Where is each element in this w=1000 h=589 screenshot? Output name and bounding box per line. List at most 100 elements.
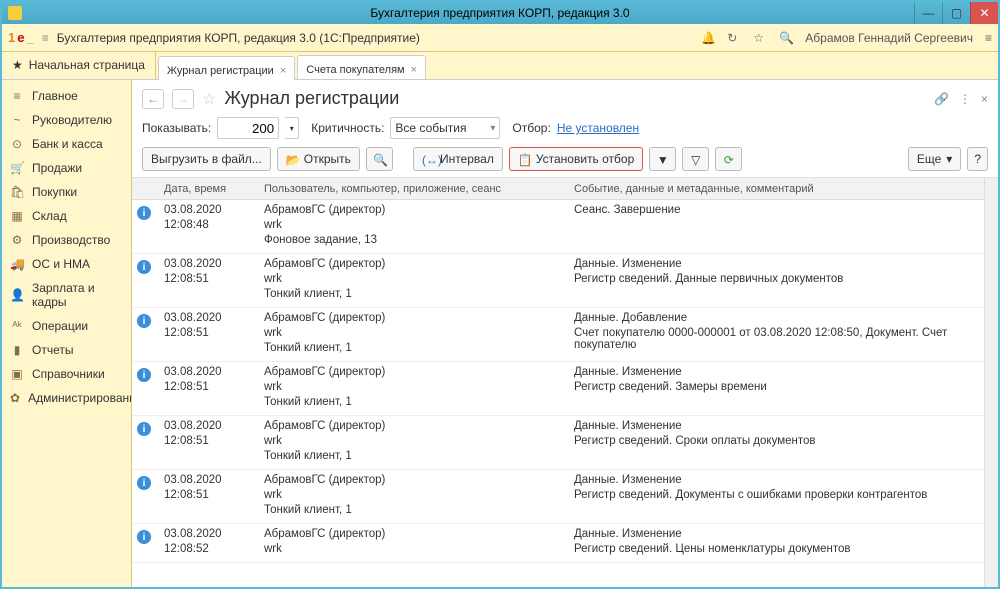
table-row[interactable]: i03.08.202012:08:52АбрамовГС (директор)w… xyxy=(132,524,998,563)
info-icon: i xyxy=(137,314,151,328)
table-row[interactable]: i03.08.202012:08:51АбрамовГС (директор)w… xyxy=(132,416,998,470)
table-row[interactable]: i03.08.202012:08:51АбрамовГС (директор)w… xyxy=(132,254,998,308)
sidebar-icon: 👤 xyxy=(10,288,24,302)
page-title: Журнал регистрации xyxy=(224,88,399,109)
filter-icon: 📋 xyxy=(518,153,531,166)
tab-label: Журнал регистрации xyxy=(167,65,274,77)
sidebar-item-label: ОС и НМА xyxy=(32,257,90,271)
info-icon: i xyxy=(137,206,151,220)
star-icon[interactable]: ☆ xyxy=(753,31,767,45)
sidebar-icon: ⊙ xyxy=(10,137,24,151)
sidebar-item-label: Склад xyxy=(32,209,67,223)
col-header-event[interactable]: Событие, данные и метаданные, комментари… xyxy=(566,183,998,195)
forward-button[interactable]: → xyxy=(172,89,194,109)
funnel-clear-icon: ▽ xyxy=(689,153,702,166)
interval-icon: (↔) xyxy=(422,153,435,166)
clear-filter-button[interactable]: ▽ xyxy=(682,147,709,171)
selection-link[interactable]: Не установлен xyxy=(557,121,639,135)
help-button[interactable]: ? xyxy=(967,147,988,171)
sidebar-icon: 🚚 xyxy=(10,257,24,271)
tab-close-icon[interactable]: × xyxy=(280,65,286,77)
magnify-icon: 🔍 xyxy=(373,153,386,166)
open-button[interactable]: 📂Открыть xyxy=(277,147,360,171)
view-button[interactable]: 🔍 xyxy=(366,147,393,171)
sidebar-item-label: Банк и касса xyxy=(32,137,103,151)
current-user[interactable]: Абрамов Геннадий Сергеевич xyxy=(805,31,973,45)
log-table: Дата, время Пользователь, компьютер, при… xyxy=(132,178,998,587)
maximize-button[interactable]: ▢ xyxy=(942,2,970,24)
sidebar-icon: ▦ xyxy=(10,209,24,223)
sidebar-icon: ᴬᵏ xyxy=(10,319,24,333)
interval-button[interactable]: (↔)Интервал xyxy=(413,147,503,171)
info-icon: i xyxy=(137,260,151,274)
table-row[interactable]: i03.08.202012:08:48АбрамовГС (директор)w… xyxy=(132,200,998,254)
set-filter-label: Установить отбор xyxy=(536,152,634,166)
info-icon: i xyxy=(137,422,151,436)
col-header-user[interactable]: Пользователь, компьютер, приложение, сеа… xyxy=(256,183,566,195)
tab-close-icon[interactable]: × xyxy=(411,64,417,76)
filter-by-value-button[interactable]: ▼ xyxy=(649,147,676,171)
sidebar-icon: 🛒 xyxy=(10,161,24,175)
sidebar-item-9[interactable]: ᴬᵏОперации xyxy=(2,314,131,338)
close-button[interactable]: ✕ xyxy=(970,2,998,24)
funnel-icon: ▼ xyxy=(656,153,669,166)
sidebar-item-5[interactable]: ▦ Склад xyxy=(2,204,131,228)
table-row[interactable]: i03.08.202012:08:51АбрамовГС (директор)w… xyxy=(132,470,998,524)
history-icon[interactable]: ↻ xyxy=(727,31,741,45)
info-icon: i xyxy=(137,530,151,544)
favorite-icon[interactable]: ☆ xyxy=(202,89,216,109)
tab-label: Счета покупателям xyxy=(306,64,404,76)
sidebar-item-label: Администрирование xyxy=(28,391,132,405)
severity-label: Критичность: xyxy=(311,121,384,135)
app-icon xyxy=(8,6,22,20)
show-count-input[interactable] xyxy=(217,117,279,139)
tab-invoices[interactable]: Счета покупателям × xyxy=(297,55,426,79)
scrollbar-vertical[interactable] xyxy=(984,178,998,587)
titlebar: Бухгалтерия предприятия КОРП, редакция 3… xyxy=(2,2,998,24)
sidebar-item-3[interactable]: 🛒Продажи xyxy=(2,156,131,180)
bell-icon[interactable]: 🔔 xyxy=(701,31,715,45)
folder-icon: 📂 xyxy=(286,153,299,166)
selection-label: Отбор: xyxy=(512,121,550,135)
sidebar-item-12[interactable]: ✿Администрирование xyxy=(2,386,131,410)
show-count-spinner[interactable]: ▾ xyxy=(285,117,299,139)
col-header-date[interactable]: Дата, время xyxy=(156,183,256,195)
sidebar-item-10[interactable]: ▮ Отчеты xyxy=(2,338,131,362)
sidebar-item-label: Зарплата и кадры xyxy=(32,281,123,309)
export-label: Выгрузить в файл... xyxy=(151,152,262,166)
table-row[interactable]: i03.08.202012:08:51АбрамовГС (директор)w… xyxy=(132,308,998,362)
app-title: Бухгалтерия предприятия КОРП, редакция 3… xyxy=(57,31,420,45)
sidebar-item-1[interactable]: ~Руководителю xyxy=(2,108,131,132)
sidebar-item-2[interactable]: ⊙ Банк и касса xyxy=(2,132,131,156)
tab-registration-log[interactable]: Журнал регистрации × xyxy=(158,56,295,80)
app-bar: 1e_ ≡ Бухгалтерия предприятия КОРП, реда… xyxy=(2,24,998,52)
sidebar-icon: 🛍 xyxy=(10,185,24,199)
close-page-icon[interactable]: × xyxy=(981,92,988,106)
severity-select[interactable]: Все события xyxy=(390,117,500,139)
menu-icon[interactable]: ≡ xyxy=(42,31,49,45)
sidebar-item-label: Отчеты xyxy=(32,343,73,357)
minimize-button[interactable]: — xyxy=(914,2,942,24)
sidebar-item-4[interactable]: 🛍Покупки xyxy=(2,180,131,204)
sidebar-item-8[interactable]: 👤 Зарплата и кадры xyxy=(2,276,131,314)
table-row[interactable]: i03.08.202012:08:51АбрамовГС (директор)w… xyxy=(132,362,998,416)
more-button[interactable]: Еще ▾ xyxy=(908,147,961,171)
link-icon[interactable]: 🔗 xyxy=(934,92,949,106)
more-icon[interactable]: ⋮ xyxy=(959,92,971,106)
refresh-icon: ⟳ xyxy=(722,153,735,166)
sidebar-item-0[interactable]: ≡Главное xyxy=(2,84,131,108)
export-button[interactable]: Выгрузить в файл... xyxy=(142,147,271,171)
back-button[interactable]: ← xyxy=(142,89,164,109)
sidebar-item-11[interactable]: ▣Справочники xyxy=(2,362,131,386)
sidebar-item-6[interactable]: ⚙Производство xyxy=(2,228,131,252)
search-icon[interactable]: 🔍 xyxy=(779,31,793,45)
logo-1c: 1e_ xyxy=(8,30,34,45)
sidebar-icon: ▮ xyxy=(10,343,24,357)
sidebar-icon: ≡ xyxy=(10,89,24,103)
tab-home[interactable]: ★ Начальная страница xyxy=(2,51,156,79)
sidebar-item-7[interactable]: 🚚 ОС и НМА xyxy=(2,252,131,276)
tab-home-label: Начальная страница xyxy=(29,58,145,72)
set-filter-button[interactable]: 📋 Установить отбор xyxy=(509,147,643,171)
refresh-button[interactable]: ⟳ xyxy=(715,147,742,171)
user-menu-icon[interactable]: ≡ xyxy=(985,31,992,45)
